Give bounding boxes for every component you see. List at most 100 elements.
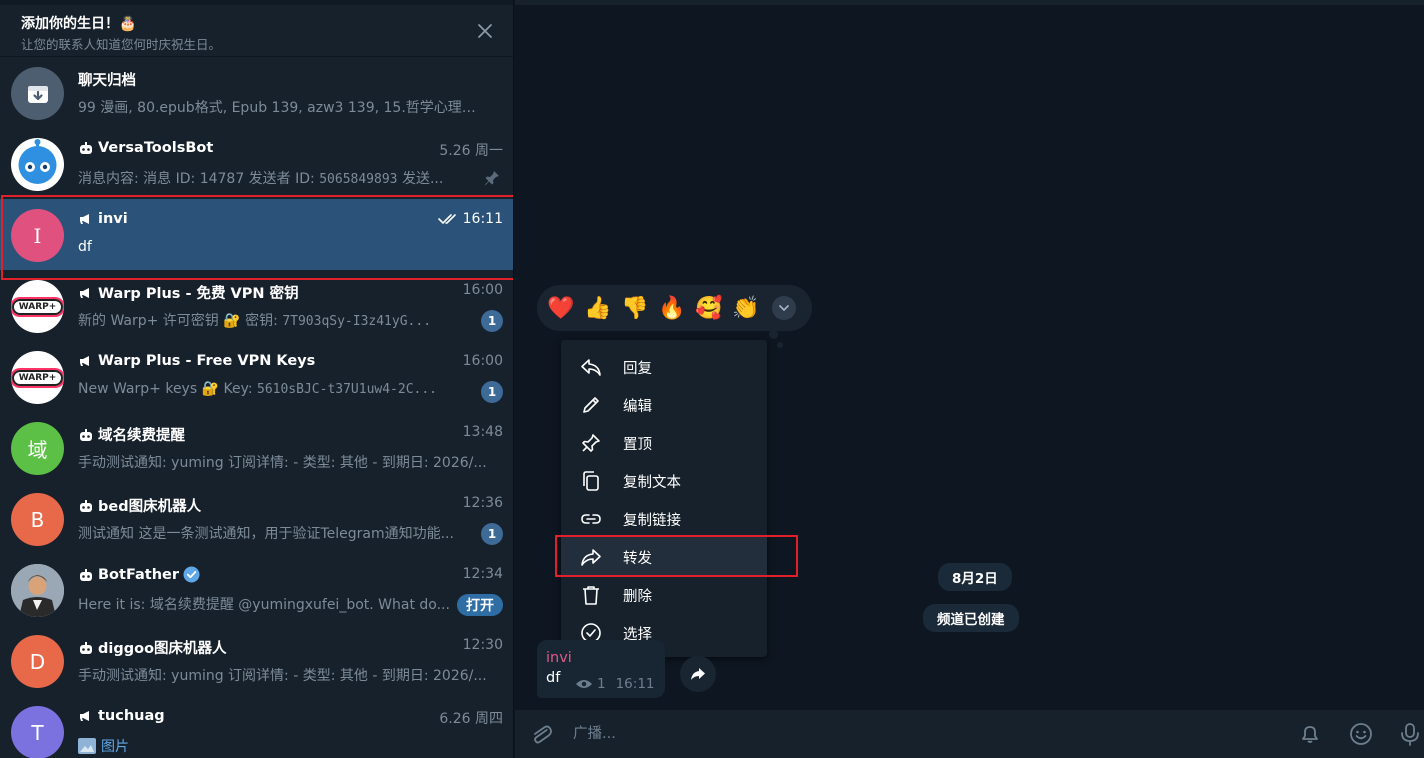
unread-badge: 1 [481, 523, 503, 545]
chat-preview: 99 漫画, 80.epub格式, Epub 139, azw3 139, 15… [78, 100, 478, 116]
verified-icon [183, 566, 200, 583]
chat-preview: New Warp+ keys 🔐 Key: 5610sBJC-t37U1uw4-… [78, 381, 473, 397]
chat-name: invi [78, 211, 128, 227]
reaction-clap[interactable]: 👏 [732, 294, 760, 322]
chat-item-invi[interactable]: I invi 16:11 df [0, 199, 513, 270]
chat-preview: 手动测试通知: yuming 订阅详情: - 类型: 其他 - 到期日: 202… [78, 668, 487, 684]
menu-item-forward[interactable]: 转发 [561, 537, 767, 575]
chat-name: tuchuag [78, 708, 165, 724]
menu-item-copy-link[interactable]: 复制链接 [561, 499, 767, 537]
chat-name-text: tuchuag [98, 708, 165, 724]
avatar: D [11, 635, 64, 688]
header-strip [515, 0, 1424, 5]
chat-time: 16:11 [437, 211, 503, 227]
menu-item-pin[interactable]: 置顶 [561, 423, 767, 461]
chat-item-archive[interactable]: 聊天归档 99 漫画, 80.epub格式, Epub 139, azw3 13… [0, 57, 513, 128]
reaction-heart[interactable]: ❤️ [547, 294, 575, 322]
trash-icon [583, 586, 599, 605]
bot-robot-avatar [11, 138, 64, 191]
bot-icon [80, 142, 92, 154]
message-composer [515, 710, 1424, 758]
megaphone-icon [80, 711, 89, 721]
reply-icon [581, 359, 601, 376]
menu-item-delete[interactable]: 删除 [561, 575, 767, 613]
microphone-icon[interactable] [1396, 720, 1424, 748]
warp-avatar: WARP+ [11, 280, 64, 333]
menu-item-edit[interactable]: 编辑 [561, 385, 767, 423]
chat-name: 域名续费提醒 [78, 424, 185, 445]
chat-list-sidebar: 添加你的生日！🎂 让您的联系人知道您何时庆祝生日。 聊天归档 99 漫画, 80… [0, 0, 514, 758]
chat-item-warp-plus-cn[interactable]: WARP+ Warp Plus - 免费 VPN 密钥 16:00 新的 War… [0, 270, 513, 341]
botfather-avatar [11, 564, 64, 617]
reaction-thumbs-down[interactable]: 👎 [621, 294, 649, 322]
avatar: B [11, 493, 64, 546]
reaction-fire[interactable]: 🔥 [658, 294, 686, 322]
share-button[interactable] [680, 656, 716, 692]
bell-icon[interactable] [1296, 720, 1324, 748]
forward-icon [581, 549, 601, 566]
emoji-icon[interactable] [1347, 720, 1375, 748]
chat-time: 12:34 [462, 566, 503, 582]
birthday-banner-title: 添加你的生日！🎂 [21, 16, 137, 32]
broadcast-input[interactable] [573, 722, 1213, 746]
avatar-letter: I [33, 223, 42, 248]
chat-preview-code: 5610sBJC-t37U1uw4-2C... [257, 382, 438, 397]
message-bubble[interactable]: invi df 1 16:11 [537, 640, 665, 698]
birthday-banner-subtitle: 让您的联系人知道您何时庆祝生日。 [21, 37, 222, 52]
chat-preview-text: 消息内容: 消息 ID: 14787 发送者 ID: [78, 171, 320, 187]
chat-preview: df [78, 239, 92, 255]
paperclip-icon[interactable] [527, 720, 555, 748]
warp-logo: WARP+ [11, 369, 64, 386]
chat-name-text: invi [98, 211, 128, 227]
menu-item-label: 删除 [623, 589, 652, 605]
double-check-icon [437, 214, 456, 225]
chevron-down-icon [779, 305, 789, 311]
chat-preview-code: 5065849893 [319, 172, 398, 187]
warp-logo: WARP+ [11, 298, 64, 315]
chat-item-bed-bot[interactable]: B bed图床机器人 12:36 测试通知 这是一条测试通知，用于验证Teleg… [0, 483, 513, 554]
forward-arrow-icon [691, 668, 705, 680]
chat-item-botfather[interactable]: BotFather 12:34 Here it is: 域名续费提醒 @yumi… [0, 554, 513, 625]
chat-item-domain-renewal[interactable]: 域 域名续费提醒 13:48 手动测试通知: yuming 订阅详情: - 类型… [0, 412, 513, 483]
open-button[interactable]: 打开 [457, 594, 503, 616]
date-separator: 8月2日 [938, 563, 1012, 591]
bot-icon [80, 641, 92, 654]
chat-preview: 新的 Warp+ 许可密钥 🔐 密钥: 7T903qSy-I3z41yG... [78, 310, 473, 330]
message-meta: 1 16:11 [575, 676, 655, 692]
avatar-letter: T [31, 720, 44, 745]
reaction-smiling-hearts[interactable]: 🥰 [695, 294, 723, 322]
menu-item-reply[interactable]: 回复 [561, 347, 767, 385]
pin-icon [582, 434, 600, 452]
close-icon[interactable] [472, 18, 498, 44]
chat-item-tuchuag[interactable]: T tuchuag 6.26 周四 图片 [0, 696, 513, 758]
chat-preview: Here it is: 域名续费提醒 @yumingxufei_bot. Wha… [78, 597, 450, 613]
reactions-expand-button[interactable] [772, 296, 796, 320]
chat-name-text: 聊天归档 [78, 73, 136, 89]
warp-avatar: WARP+ [11, 351, 64, 404]
menu-item-label: 置顶 [623, 437, 652, 453]
menu-item-label: 转发 [623, 551, 652, 567]
chat-item-warp-plus-en[interactable]: WARP+ Warp Plus - Free VPN Keys 16:00 Ne… [0, 341, 513, 412]
birthday-banner[interactable]: 添加你的生日！🎂 让您的联系人知道您何时庆祝生日。 [0, 5, 513, 57]
chat-name-text: Warp Plus - 免费 VPN 密钥 [98, 286, 299, 302]
menu-item-copy-text[interactable]: 复制文本 [561, 461, 767, 499]
megaphone-icon [80, 214, 89, 224]
chat-name-text: BotFather [98, 566, 180, 583]
archive-icon [27, 85, 48, 103]
reaction-thumbs-up[interactable]: 👍 [584, 294, 612, 322]
chat-item-versatoolsbot[interactable]: VersaToolsBot 5.26 周一 消息内容: 消息 ID: 14787… [0, 128, 513, 199]
unread-badge: 1 [481, 381, 503, 403]
bot-icon [80, 499, 92, 512]
message-text: df [546, 670, 561, 686]
chat-name-text: Warp Plus - Free VPN Keys [98, 353, 316, 369]
unread-badge: 1 [481, 310, 503, 332]
pencil-icon [583, 397, 599, 413]
avatar: T [11, 706, 64, 758]
copy-icon [583, 471, 599, 491]
message-views: 1 [597, 676, 606, 692]
menu-item-label: 编辑 [623, 399, 652, 415]
chat-name: 聊天归档 [78, 69, 136, 90]
megaphone-icon [80, 287, 89, 298]
chat-item-diggoo-bot[interactable]: D diggoo图床机器人 12:30 手动测试通知: yuming 订阅详情:… [0, 625, 513, 696]
chat-preview-text-end: 发送... [397, 171, 444, 187]
